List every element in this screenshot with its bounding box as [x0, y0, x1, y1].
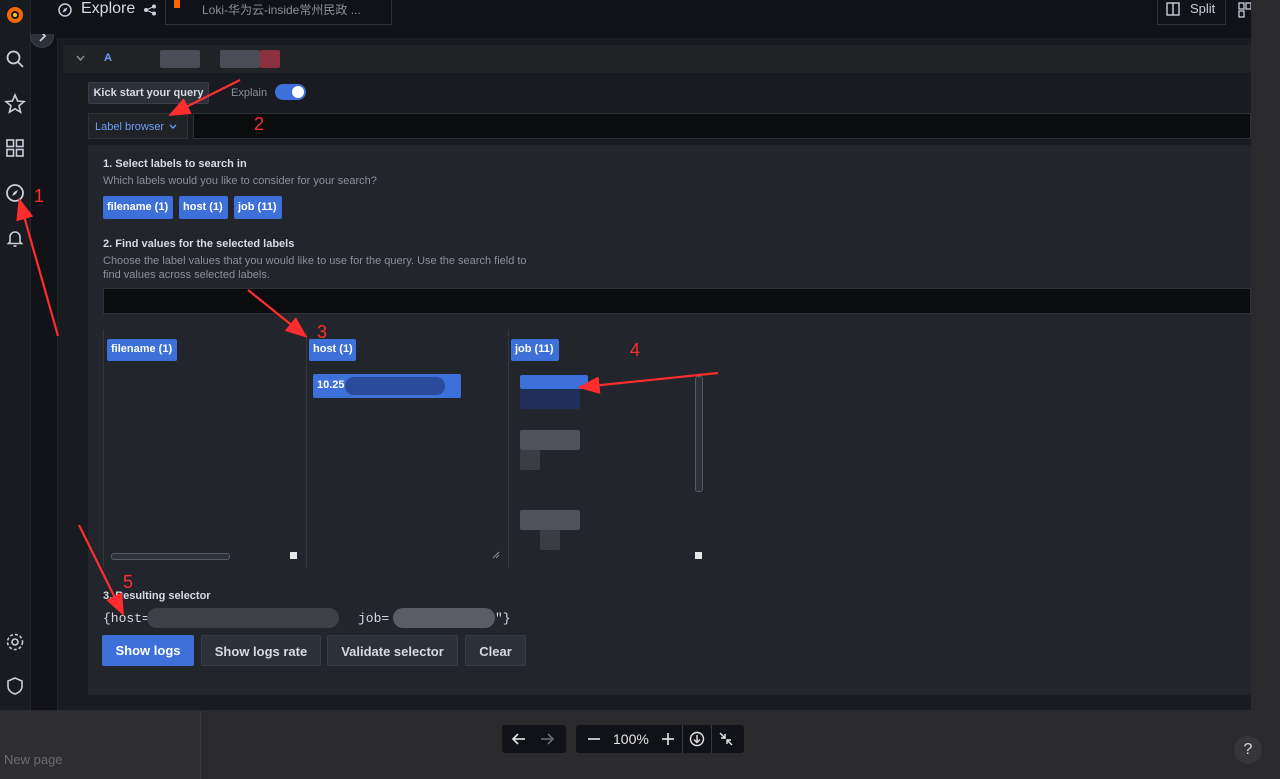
query-input[interactable]	[193, 113, 1251, 139]
filename-values-scrollbar[interactable]	[111, 553, 230, 560]
label-values-search-input[interactable]	[103, 288, 1251, 314]
label-browser-label: Label browser	[95, 121, 165, 133]
page-title: Explore	[81, 0, 136, 17]
resize-handle-icon[interactable]	[492, 551, 500, 559]
host-value-text: 10.25	[317, 379, 345, 391]
compass-explore-icon[interactable]	[3, 181, 27, 205]
new-page-label[interactable]: New page	[4, 752, 63, 767]
step1-description: Which labels would you like to consider …	[103, 175, 377, 187]
annotation-number-1: 1	[34, 186, 45, 206]
query-row-letter: A	[104, 52, 112, 64]
selector-job: job=	[358, 611, 390, 626]
redacted-block	[540, 530, 560, 550]
explain-label: Explain	[231, 87, 268, 99]
datasource-name: Loki-华为云-inside常州民政 ...	[202, 3, 361, 17]
gear-icon[interactable]	[3, 630, 27, 654]
column-header-job: job (11)	[511, 339, 559, 361]
loki-icon	[174, 0, 180, 8]
label-chip-job[interactable]: job (11)	[234, 196, 282, 219]
zoom-out-icon[interactable]	[586, 731, 602, 747]
toolbar-divider	[682, 725, 683, 753]
split-label: Split	[1190, 1, 1216, 16]
forward-arrow-icon[interactable]	[539, 731, 555, 747]
redacted-block	[147, 608, 339, 628]
job-values-scrollbar[interactable]	[695, 376, 703, 492]
help-button[interactable]: ?	[1234, 736, 1262, 764]
annotation-number-2: 2	[254, 114, 265, 134]
clear-button[interactable]: Clear	[465, 635, 526, 666]
show-logs-button[interactable]: Show logs	[102, 635, 194, 666]
redacted-block	[393, 608, 495, 628]
validate-selector-button[interactable]: Validate selector	[327, 635, 458, 666]
compass-icon	[58, 3, 72, 17]
annotation-number-4: 4	[630, 340, 641, 360]
bell-icon[interactable]	[3, 226, 27, 250]
star-icon[interactable]	[3, 92, 27, 116]
step3-title: 3. Resulting selector	[103, 590, 211, 602]
chevron-down-icon	[169, 124, 177, 129]
grafana-logo-icon[interactable]	[3, 3, 27, 27]
resize-corner[interactable]	[695, 552, 702, 559]
redacted-block	[520, 389, 580, 409]
redacted-block	[345, 377, 445, 395]
resize-corner[interactable]	[290, 552, 297, 559]
page-thumbnail-panel	[0, 711, 201, 779]
annotation-number-3: 3	[317, 322, 328, 342]
annotation-number-5: 5	[123, 572, 134, 592]
grid-icon[interactable]	[1238, 2, 1251, 18]
step2-description-line1: Choose the label values that you would l…	[103, 255, 527, 267]
zoom-level: 100%	[613, 731, 649, 747]
grafana-app: Explore Loki-华为云-inside常州民政 ... Split A …	[0, 0, 1251, 710]
host-values-column	[306, 330, 307, 568]
search-icon[interactable]	[3, 47, 27, 71]
job-values-column	[508, 330, 509, 568]
redacted-block	[260, 50, 280, 68]
zoom-toolbar: 100%	[576, 725, 744, 753]
redacted-block	[160, 50, 200, 68]
download-icon[interactable]	[689, 731, 705, 747]
selector-start: {host=	[103, 611, 150, 626]
column-header-filename: filename (1)	[107, 339, 177, 361]
selector-end: "}	[495, 611, 511, 626]
history-toolbar	[502, 725, 566, 753]
label-chip-host[interactable]: host (1)	[179, 196, 228, 219]
job-value-item[interactable]	[520, 430, 580, 450]
host-value-item[interactable]: 10.25	[313, 374, 461, 398]
zoom-in-icon[interactable]	[660, 731, 676, 747]
step1-title: 1. Select labels to search in	[103, 158, 247, 170]
explain-toggle[interactable]	[275, 84, 306, 100]
collapse-icon[interactable]	[718, 731, 734, 747]
datasource-picker[interactable]: Loki-华为云-inside常州民政 ...	[165, 0, 392, 25]
label-browser-button[interactable]: Label browser	[88, 113, 188, 139]
shield-icon[interactable]	[3, 674, 27, 698]
dashboards-icon[interactable]	[3, 136, 27, 160]
toolbar-divider	[711, 725, 712, 753]
step2-description-line2: find values across selected labels.	[103, 269, 270, 281]
split-icon	[1166, 2, 1180, 16]
chevron-down-icon[interactable]	[76, 55, 85, 62]
share-icon[interactable]	[143, 4, 157, 16]
job-value-item[interactable]	[520, 510, 580, 530]
show-logs-rate-button[interactable]: Show logs rate	[201, 635, 321, 666]
back-arrow-icon[interactable]	[511, 731, 527, 747]
redacted-block	[220, 50, 260, 68]
job-value-item[interactable]	[520, 375, 588, 389]
filename-values-column	[103, 330, 104, 568]
split-button[interactable]: Split	[1157, 0, 1226, 25]
kick-start-button[interactable]: Kick start your query	[88, 82, 209, 104]
step2-title: 2. Find values for the selected labels	[103, 238, 295, 250]
label-chip-filename[interactable]: filename (1)	[103, 196, 173, 219]
redacted-block	[520, 450, 540, 470]
query-row-header[interactable]: A	[63, 45, 1251, 73]
sidebar	[0, 0, 31, 710]
